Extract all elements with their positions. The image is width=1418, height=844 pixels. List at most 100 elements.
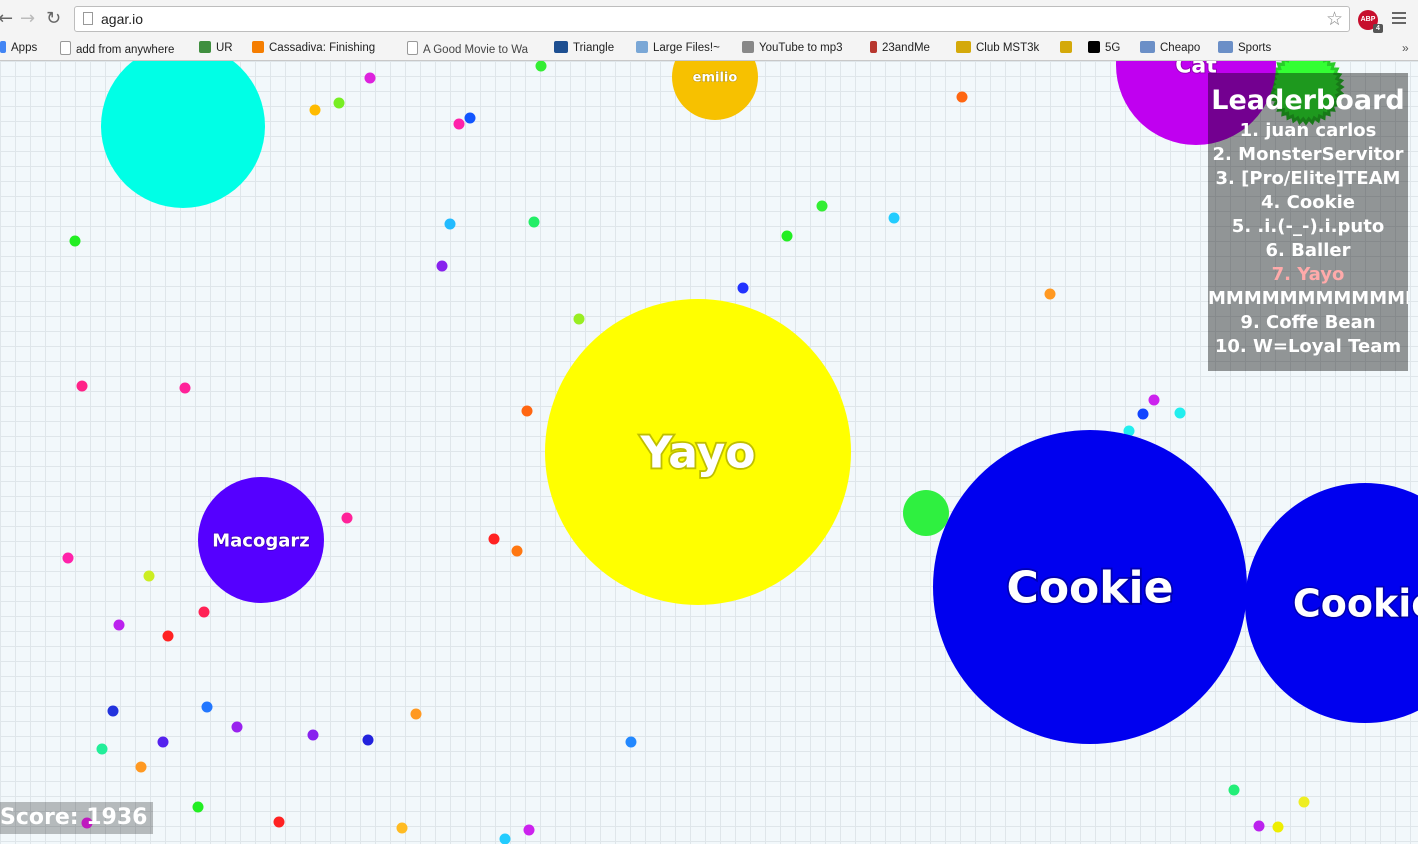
page-icon [407,41,418,55]
bookmark-robot[interactable] [1060,41,1077,56]
leaderboard-entry: 9. Coffe Bean [1240,312,1376,333]
food-pellet [62,552,74,564]
amazon-icon [1088,41,1100,53]
bookmark-cassadiva[interactable]: Cassadiva: Finishing [252,41,375,56]
extension-badge-count: 4 [1373,24,1383,33]
chevron-more-icon[interactable]: » [1402,41,1409,55]
food-pellet [1137,408,1149,420]
cell-name-label: emilio [693,71,738,86]
leaderboard-title: Leaderboard [1211,85,1405,116]
w-icon [554,41,568,53]
food-pellet [523,824,535,836]
apps-grid-icon [0,41,6,53]
leaderboard-entry: 5. .i.(-_-).i.puto [1231,216,1385,237]
food-pellet [1228,784,1240,796]
food-pellet [107,705,119,717]
food-pellet [444,218,456,230]
food-pellet [69,235,81,247]
leaderboard-entry: 10. W=Loyal Team [1214,336,1402,357]
bookmarks-bar: Apps add from anywhere UR Cassadiva: Fin… [0,38,1418,61]
cell-name-label: Cookie [1293,581,1418,625]
food-pellet [1044,288,1056,300]
leaderboard-entry: 2. MonsterServitor [1212,144,1404,165]
food-pellet [816,200,828,212]
blogger-icon [252,41,264,53]
player-cell-cookie: Cookie [1245,483,1418,723]
g-icon [636,41,648,53]
food-pellet [307,729,319,741]
food-pellet [410,708,422,720]
leaderboard-entry: MMMMMMMMMMMMMMM [1208,288,1408,309]
food-pellet [625,736,637,748]
cell-name-label: Macogarz [212,530,309,551]
food-pellet [273,816,285,828]
forward-arrow-icon[interactable]: → [20,8,35,30]
food-pellet [396,822,408,834]
food-pellet [436,260,448,272]
food-pellet [573,313,585,325]
leaderboard-list: 1. juan carlos 2. MonsterServitor 3. [Pr… [1208,119,1408,359]
back-arrow-icon[interactable]: ← [0,8,13,30]
leaderboard-panel: Leaderboard 1. juan carlos 2. MonsterSer… [1208,73,1408,371]
browser-toolbar: ← → ↻ agar.io ☆ ABP 4 [0,0,1418,39]
bookmark-triangle[interactable]: Triangle [554,41,614,56]
food-pellet [162,630,174,642]
crown-icon [956,41,971,53]
food-pellet [1174,407,1186,419]
food-pellet [135,761,147,773]
food-pellet [201,701,213,713]
game-board[interactable]: YayoCookieCookieMacogarzemilioCat [0,61,1418,844]
player-cell-unnamed [903,490,949,536]
folder-icon [1140,41,1155,53]
page-icon [60,41,71,55]
robot-icon [1060,41,1072,53]
food-pellet [76,380,88,392]
leaderboard-entry: 6. Baller [1265,240,1351,261]
leaderboard-entry-self: 7. Yayo [1271,264,1345,285]
tools-icon [742,41,754,53]
bookmark-sports[interactable]: Sports [1218,41,1271,56]
cell-body [101,61,265,208]
bookmark-club-mst3k[interactable]: Club MST3k [956,41,1039,56]
food-pellet [1148,394,1160,406]
address-bar[interactable]: agar.io ☆ [74,6,1350,32]
food-pellet [113,619,125,631]
url-text[interactable]: agar.io [101,11,143,27]
food-pellet [521,405,533,417]
game-canvas[interactable]: YayoCookieCookieMacogarzemilioCat [0,61,1418,844]
bookmark-youtube-mp3[interactable]: YouTube to mp3 [742,41,843,56]
food-pellet [341,512,353,524]
food-pellet [157,736,169,748]
leaderboard-entry: 1. juan carlos [1239,120,1377,141]
23andme-icon [870,41,877,53]
food-pellet [362,734,374,746]
bookmark-star-icon[interactable]: ☆ [1326,8,1343,30]
bookmark-5g[interactable]: 5G [1088,41,1120,56]
food-pellet [888,212,900,224]
cell-body [903,490,949,536]
cell-name-label: Yayo [639,427,755,478]
bookmark-large-files[interactable]: Large Files!~ [636,41,720,56]
ur-icon [199,41,211,53]
food-pellet [231,721,243,733]
bookmark-add-from-anywhere[interactable]: add from anywhere [60,41,174,58]
food-pellet [364,72,376,84]
score-display: Score: 1936 [0,802,154,834]
food-pellet [511,545,523,557]
food-pellet [333,97,345,109]
bookmark-23andme[interactable]: 23andMe [870,41,930,56]
bookmark-apps[interactable]: Apps [0,41,37,56]
player-cell-unnamed [101,61,265,208]
food-pellet [192,801,204,813]
food-pellet [464,112,476,124]
reload-icon[interactable]: ↻ [46,8,61,30]
food-pellet [737,282,749,294]
food-pellet [179,382,191,394]
bookmark-ur[interactable]: UR [199,41,233,56]
food-pellet [528,216,540,228]
player-cell-macogarz: Macogarz [198,477,324,603]
bookmark-good-movie[interactable]: A Good Movie to Wa [407,41,528,58]
leaderboard-entry: 4. Cookie [1261,192,1355,213]
bookmark-cheapo[interactable]: Cheapo [1140,41,1200,56]
menu-icon[interactable] [1392,12,1406,27]
